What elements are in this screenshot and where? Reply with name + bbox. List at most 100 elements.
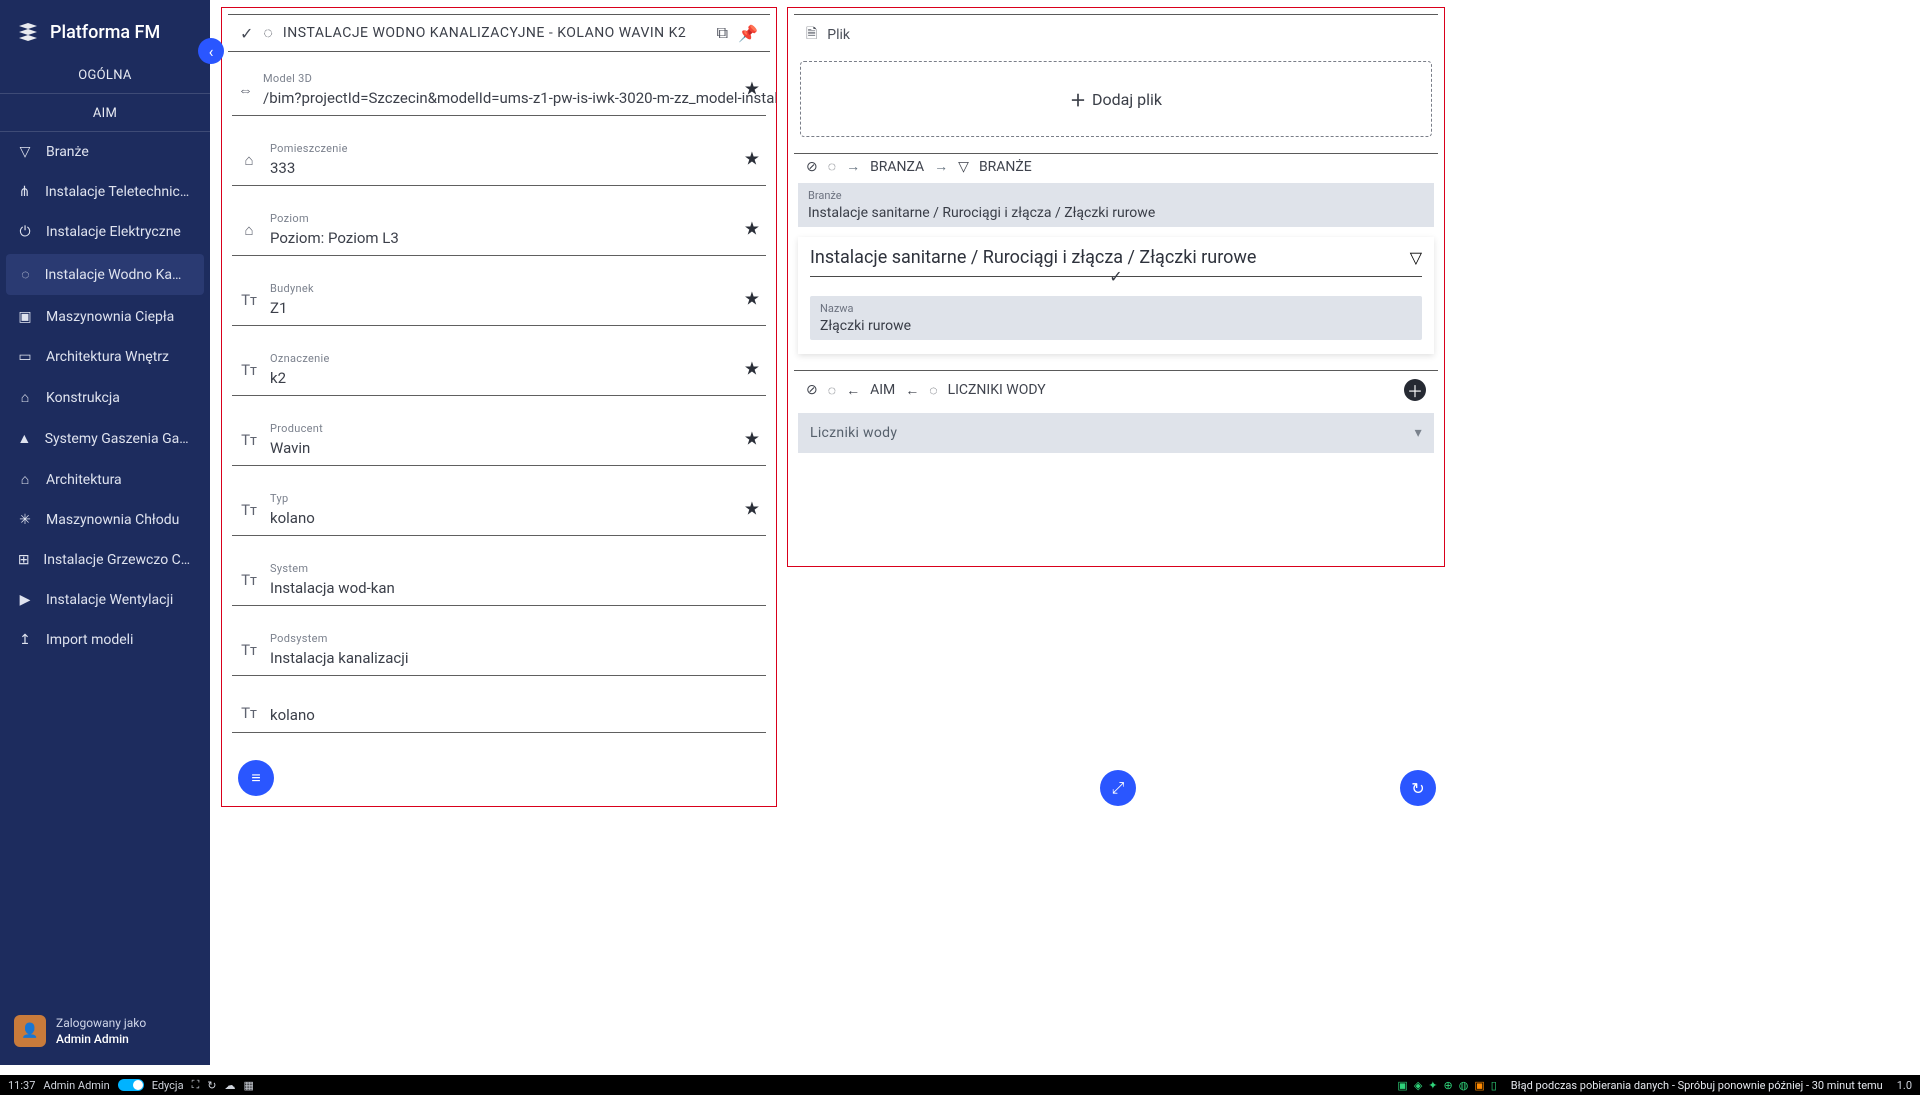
sidebar-item-grzewczo[interactable]: ⊞ Instalacje Grzewczo Chłod...: [0, 540, 210, 580]
refresh-icon[interactable]: ↻: [207, 1079, 216, 1092]
property-value: kolano: [270, 509, 760, 527]
share-icon: ⋔: [16, 184, 33, 200]
plus-icon: ＋: [1070, 87, 1086, 111]
status-user: Admin Admin: [43, 1079, 109, 1092]
sidebar-item-label: Instalacje Wentylacji: [46, 592, 173, 608]
file-header-label: Plik: [827, 27, 850, 43]
nazwa-field[interactable]: Nazwa Złączki rurowe: [810, 296, 1422, 340]
details-header: ✓ ◌ INSTALACJE WODNO KANALIZACYJNE - KOL…: [228, 14, 770, 52]
sidebar-item-import[interactable]: ↥ Import modeli: [0, 620, 210, 660]
app-logo: Platforma FM: [0, 0, 210, 56]
fab-expand-button[interactable]: ⤢: [1100, 770, 1136, 806]
sidebar-collapse-button[interactable]: ‹: [198, 38, 224, 64]
star-icon[interactable]: ★: [744, 288, 760, 309]
breadcrumb-segment[interactable]: BRANŻE: [979, 159, 1032, 175]
star-icon[interactable]: ★: [744, 358, 760, 379]
sidebar-section-general[interactable]: OGÓLNA: [0, 56, 210, 94]
sidebar-item-electric[interactable]: ⏻ Instalacje Elektryczne: [0, 212, 210, 252]
sidebar-item-branze[interactable]: ▽ Branże: [0, 132, 210, 172]
sidebar-item-wnetrz[interactable]: ▭ Architektura Wnętrz: [0, 337, 210, 377]
arrow-right-icon: →: [846, 158, 860, 175]
home-icon: ⌂: [16, 471, 34, 488]
star-icon[interactable]: ★: [744, 498, 760, 519]
bolt-icon: ⏻: [16, 224, 34, 240]
star-icon[interactable]: ★: [744, 148, 760, 169]
sidebar-item-label: Instalacje Elektryczne: [46, 224, 181, 240]
sidebar-item-chlodu[interactable]: ✳ Maszynownia Chłodu: [0, 500, 210, 540]
sidebar-item-label: Instalacje Grzewczo Chłod...: [43, 552, 194, 568]
avatar: 👤: [14, 1015, 46, 1047]
arrow-left-icon: ←: [846, 382, 860, 399]
grid-icon[interactable]: ▦: [243, 1079, 253, 1092]
breadcrumb-segment[interactable]: AIM: [870, 382, 895, 398]
sidebar-user[interactable]: 👤 Zalogowany jako Admin Admin: [0, 1001, 210, 1065]
logged-as-label: Zalogowany jako: [56, 1015, 146, 1031]
branze-field: Branże Instalacje sanitarne / Rurociągi …: [798, 183, 1434, 227]
property-value: Z1: [270, 299, 760, 317]
check-icon[interactable]: ✓: [240, 24, 253, 43]
property-value: 333: [270, 159, 760, 177]
sidebar-item-konstrukcja[interactable]: ⌂ Konstrukcja: [0, 377, 210, 418]
property-value: Instalacja kanalizacji: [270, 649, 760, 667]
add-file-dropzone[interactable]: ＋ Dodaj plik: [800, 61, 1432, 137]
user-name: Admin Admin: [56, 1031, 146, 1047]
copy-icon[interactable]: ⧉: [717, 23, 728, 43]
user-text: Zalogowany jako Admin Admin: [56, 1015, 146, 1047]
property-label: Typ: [270, 492, 760, 505]
property-label: Poziom: [270, 212, 760, 225]
status-time: 11:37: [8, 1079, 35, 1092]
sidebar-item-wentylacji[interactable]: ▶ Instalacje Wentylacji: [0, 580, 210, 620]
property-label: Budynek: [270, 282, 760, 295]
arrow-left-icon: ←: [905, 382, 919, 399]
star-icon[interactable]: ★: [744, 428, 760, 449]
cloud-icon[interactable]: ☁: [224, 1079, 235, 1092]
sidebar-items: ▽ Branże ⋔ Instalacje Teletechniczne ⏻ I…: [0, 132, 210, 1001]
drop-icon: ◌: [18, 266, 33, 283]
drop-icon: ◌: [263, 23, 273, 43]
drop-icon: ◌: [828, 382, 836, 399]
sidebar-item-wodno[interactable]: ◌ Instalacje Wodno Kanaliza...: [6, 254, 204, 295]
property-label: Pomieszczenie: [270, 142, 760, 155]
sidebar: Platforma FM OGÓLNA AIM ▽ Branże ⋔ Insta…: [0, 0, 210, 1065]
breadcrumb-liczniki: ⊘ ◌ ← AIM ← ◌ LICZNIKI WODY ＋: [794, 370, 1438, 407]
add-button[interactable]: ＋: [1404, 379, 1426, 401]
fullscreen-icon[interactable]: ⛶: [192, 1078, 200, 1092]
breadcrumb-branza: ⊘ ◌ → BRANZA → ▽ BRANŻE: [794, 153, 1438, 183]
property-row: ⇔Model 3D/bim?projectId=Szczecin&modelId…: [232, 62, 766, 116]
fab-menu-button[interactable]: ≡: [238, 760, 274, 796]
square-icon: ▣: [16, 309, 34, 325]
pin-icon[interactable]: 📌: [738, 24, 758, 43]
property-type-icon: Tᴛ: [238, 361, 260, 379]
property-type-icon: ⌂: [238, 221, 260, 239]
breadcrumb-segment[interactable]: BRANZA: [870, 159, 924, 175]
star-icon[interactable]: ★: [744, 218, 760, 239]
sidebar-item-label: Instalacje Wodno Kanaliza...: [45, 267, 188, 283]
star-icon[interactable]: ★: [744, 78, 760, 99]
status-icon: ◈: [1414, 1079, 1422, 1092]
liczniki-dropdown[interactable]: Liczniki wody ▾: [798, 413, 1434, 453]
sidebar-item-label: Architektura: [46, 472, 122, 488]
interior-icon: ▭: [16, 349, 34, 365]
property-row: TᴛProducentWavin★: [232, 412, 766, 466]
grid-icon: ⊞: [16, 552, 31, 568]
property-type-icon: Tᴛ: [238, 571, 260, 589]
status-mode: Edycja: [152, 1079, 184, 1092]
property-value: Wavin: [270, 439, 760, 457]
fab-history-button[interactable]: ↻: [1400, 770, 1436, 806]
sidebar-item-architektura[interactable]: ⌂ Architektura: [0, 459, 210, 500]
filter-icon: ▽: [958, 159, 969, 175]
drop-icon: ◌: [929, 382, 937, 399]
edit-mode-toggle[interactable]: [118, 1079, 144, 1091]
breadcrumb-segment[interactable]: LICZNIKI WODY: [948, 382, 1046, 398]
status-bar: 11:37 Admin Admin Edycja ⛶ ↻ ☁ ▦ ▣ ◈ ✦ ⊕…: [0, 1075, 1920, 1095]
sidebar-item-gaszenia[interactable]: ▲ Systemy Gaszenia Gazem: [0, 418, 210, 459]
filter-icon[interactable]: ▽: [1410, 248, 1422, 267]
property-row: TᴛOznaczeniek2★: [232, 342, 766, 396]
sidebar-item-teletech[interactable]: ⋔ Instalacje Teletechniczne: [0, 172, 210, 212]
sidebar-section-aim[interactable]: AIM: [0, 94, 210, 132]
sidebar-item-ciepla[interactable]: ▣ Maszynownia Ciepła: [0, 297, 210, 337]
field-label: Branże: [808, 189, 1424, 202]
property-value: Instalacja wod-kan: [270, 579, 760, 597]
sidebar-item-label: Branże: [46, 144, 89, 160]
property-type-icon: Tᴛ: [238, 501, 260, 519]
